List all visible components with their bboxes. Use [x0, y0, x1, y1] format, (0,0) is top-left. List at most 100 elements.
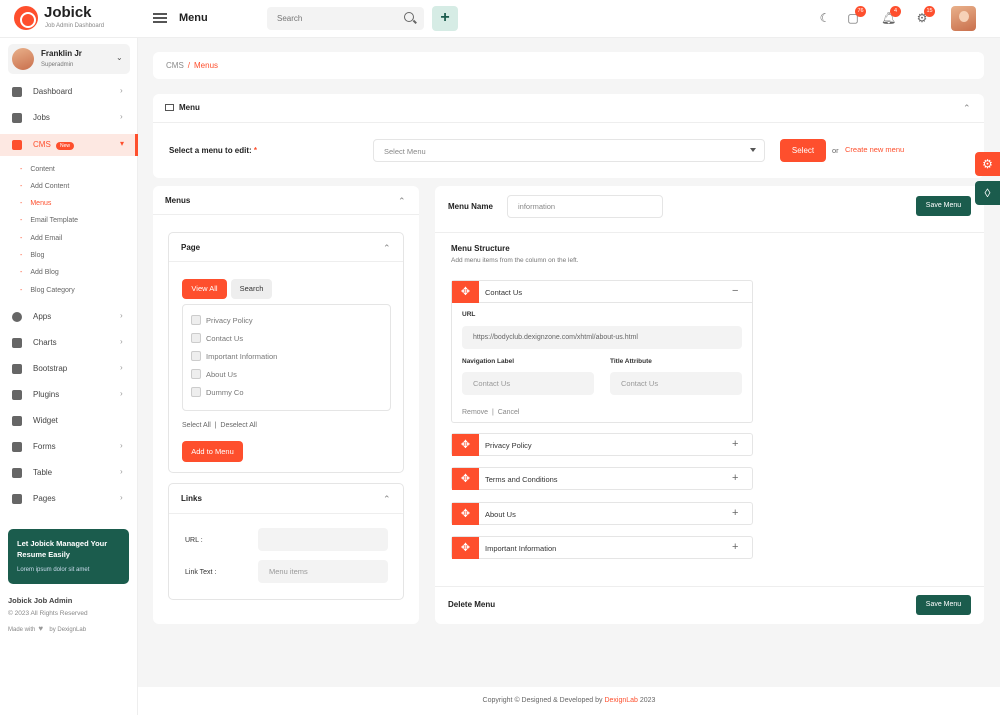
title-attribute-input[interactable]: Contact Us [610, 372, 742, 395]
menu-item[interactable]: ✥ Terms and Conditions + [451, 467, 753, 490]
expand-icon[interactable]: + [732, 507, 738, 519]
menu-card-title: Menu [165, 103, 200, 112]
expand-icon[interactable]: + [732, 472, 738, 484]
moon-icon[interactable]: ☾ [818, 11, 832, 25]
list-item[interactable]: Contact Us [191, 333, 243, 343]
links-panel-title: Links [181, 494, 202, 503]
select-menu-label: Select a menu to edit: * [169, 146, 258, 155]
move-icon[interactable]: ✥ [452, 503, 479, 525]
sidebar-item-plugins[interactable]: Plugins › [0, 384, 137, 406]
checkbox[interactable] [191, 387, 201, 397]
sidebar-sub-blog-category[interactable]: - Blog Category [20, 287, 75, 294]
sidebar-item-cms[interactable]: CMS New ▾ [0, 134, 138, 156]
select-button[interactable]: Select [780, 139, 826, 162]
sidebar-item-charts[interactable]: Charts › [0, 332, 137, 354]
menu-structure-title: Menu Structure [451, 244, 510, 253]
chevron-down-icon[interactable]: ⌄ [116, 53, 123, 62]
settings-gear-icon[interactable]: ⚙ [975, 152, 1000, 176]
sidebar-item-bootstrap[interactable]: Bootstrap › [0, 358, 137, 380]
footer-brand-link[interactable]: DexignLab [604, 697, 637, 704]
sidebar-item-dashboard[interactable]: Dashboard › [0, 81, 137, 103]
user-role: Superadmin [41, 62, 74, 68]
user-card[interactable]: Franklin Jr Superadmin ⌄ [8, 44, 130, 74]
promo-text: Lorem ipsum dolor sit amet [17, 567, 90, 573]
divider [169, 513, 403, 514]
move-icon[interactable]: ✥ [452, 281, 479, 303]
sidebar-item-label: CMS [33, 140, 51, 149]
sidebar-item-label: Pages [33, 494, 56, 503]
create-menu-link[interactable]: Create new menu [845, 145, 904, 154]
logo-icon[interactable] [14, 6, 38, 30]
select-menu-dropdown[interactable]: Select Menu [373, 139, 765, 162]
promo-card[interactable]: Let Jobick Managed Your Resume Easily Lo… [8, 529, 129, 584]
url-input[interactable] [258, 528, 388, 551]
move-icon[interactable]: ✥ [452, 434, 479, 456]
sidebar-sub-content[interactable]: - Content [20, 166, 55, 173]
sidebar-sub-menus[interactable]: - Menus [20, 200, 51, 207]
hamburger-menu-icon[interactable] [153, 13, 167, 23]
select-all-link[interactable]: Select All [182, 422, 211, 429]
theme-drop-icon[interactable]: ◊ [975, 181, 1000, 205]
sidebar-sub-email-template[interactable]: - Email Template [20, 217, 78, 224]
add-button[interactable]: + [432, 6, 458, 31]
list-item[interactable]: About Us [191, 369, 237, 379]
item-actions: Remove | Cancel [462, 409, 520, 416]
move-icon[interactable]: ✥ [452, 468, 479, 490]
chevron-up-icon[interactable]: ⌃ [383, 495, 391, 504]
url-label: URL : [185, 537, 203, 544]
list-item[interactable]: Privacy Policy [191, 315, 253, 325]
sidebar-item-pages[interactable]: Pages › [0, 488, 137, 510]
sidebar-sub-add-email[interactable]: - Add Email [20, 235, 62, 242]
checkbox[interactable] [191, 315, 201, 325]
search-icon[interactable] [404, 12, 414, 22]
save-menu-button[interactable]: Save Menu [916, 196, 971, 216]
checkbox[interactable] [191, 333, 201, 343]
sidebar-sub-add-content[interactable]: - Add Content [20, 183, 69, 190]
sidebar-item-table[interactable]: Table › [0, 462, 137, 484]
menu-select-card: Menu ⌃ Select a menu to edit: * Select M… [153, 94, 984, 178]
chevron-up-icon[interactable]: ⌃ [383, 244, 391, 253]
link-text-input[interactable]: Menu items [258, 560, 388, 583]
save-menu-button[interactable]: Save Menu [916, 595, 971, 615]
active-indicator [135, 134, 138, 156]
expand-icon[interactable]: + [732, 541, 738, 553]
delete-menu-link[interactable]: Delete Menu [448, 600, 495, 609]
menu-name-input[interactable]: information [507, 195, 663, 218]
deselect-all-link[interactable]: Deselect All [220, 422, 257, 429]
sidebar-item-forms[interactable]: Forms › [0, 436, 137, 458]
list-item[interactable]: Important Information [191, 351, 277, 361]
brand-name[interactable]: Jobick [44, 4, 92, 21]
menu-item[interactable]: ✥ About Us + [451, 502, 753, 525]
remove-link[interactable]: Remove [462, 409, 488, 416]
collapse-icon[interactable]: − [732, 285, 738, 297]
expand-icon[interactable]: + [732, 438, 738, 450]
breadcrumb-parent[interactable]: CMS [166, 61, 184, 70]
cancel-link[interactable]: Cancel [498, 409, 520, 416]
add-to-menu-button[interactable]: Add to Menu [182, 441, 243, 462]
menu-item[interactable]: ✥ Important Information + [451, 536, 753, 559]
search-input[interactable] [267, 7, 424, 30]
menu-item[interactable]: ✥ Privacy Policy + [451, 433, 753, 456]
sidebar-sub-blog[interactable]: - Blog [20, 252, 44, 259]
url-input[interactable]: https://bodyclub.dexignzone.com/xhtml/ab… [462, 326, 742, 349]
sidebar-sub-add-blog[interactable]: - Add Blog [20, 269, 59, 276]
menu-item-expanded[interactable]: ✥ Contact Us − [451, 280, 753, 303]
list-item[interactable]: Dummy Co [191, 387, 244, 397]
sidebar-item-jobs[interactable]: Jobs › [0, 107, 137, 129]
checkbox[interactable] [191, 369, 201, 379]
move-icon[interactable]: ✥ [452, 537, 479, 559]
sidebar-item-apps[interactable]: Apps › [0, 306, 137, 328]
avatar[interactable] [951, 6, 976, 31]
search-tab[interactable]: Search [231, 279, 272, 299]
view-all-tab[interactable]: View All [182, 279, 227, 299]
chevron-up-icon[interactable]: ⌃ [963, 104, 971, 113]
divider [169, 261, 403, 262]
checkbox[interactable] [191, 351, 201, 361]
chevron-up-icon[interactable]: ⌃ [398, 197, 406, 206]
chevron-right-icon: › [120, 363, 123, 372]
navigation-label-input[interactable]: Contact Us [462, 372, 594, 395]
star-icon [12, 364, 22, 374]
sidebar-item-label: Table [33, 468, 53, 477]
sidebar-item-widget[interactable]: Widget [0, 410, 137, 432]
sidebar-item-label: Forms [33, 442, 56, 451]
